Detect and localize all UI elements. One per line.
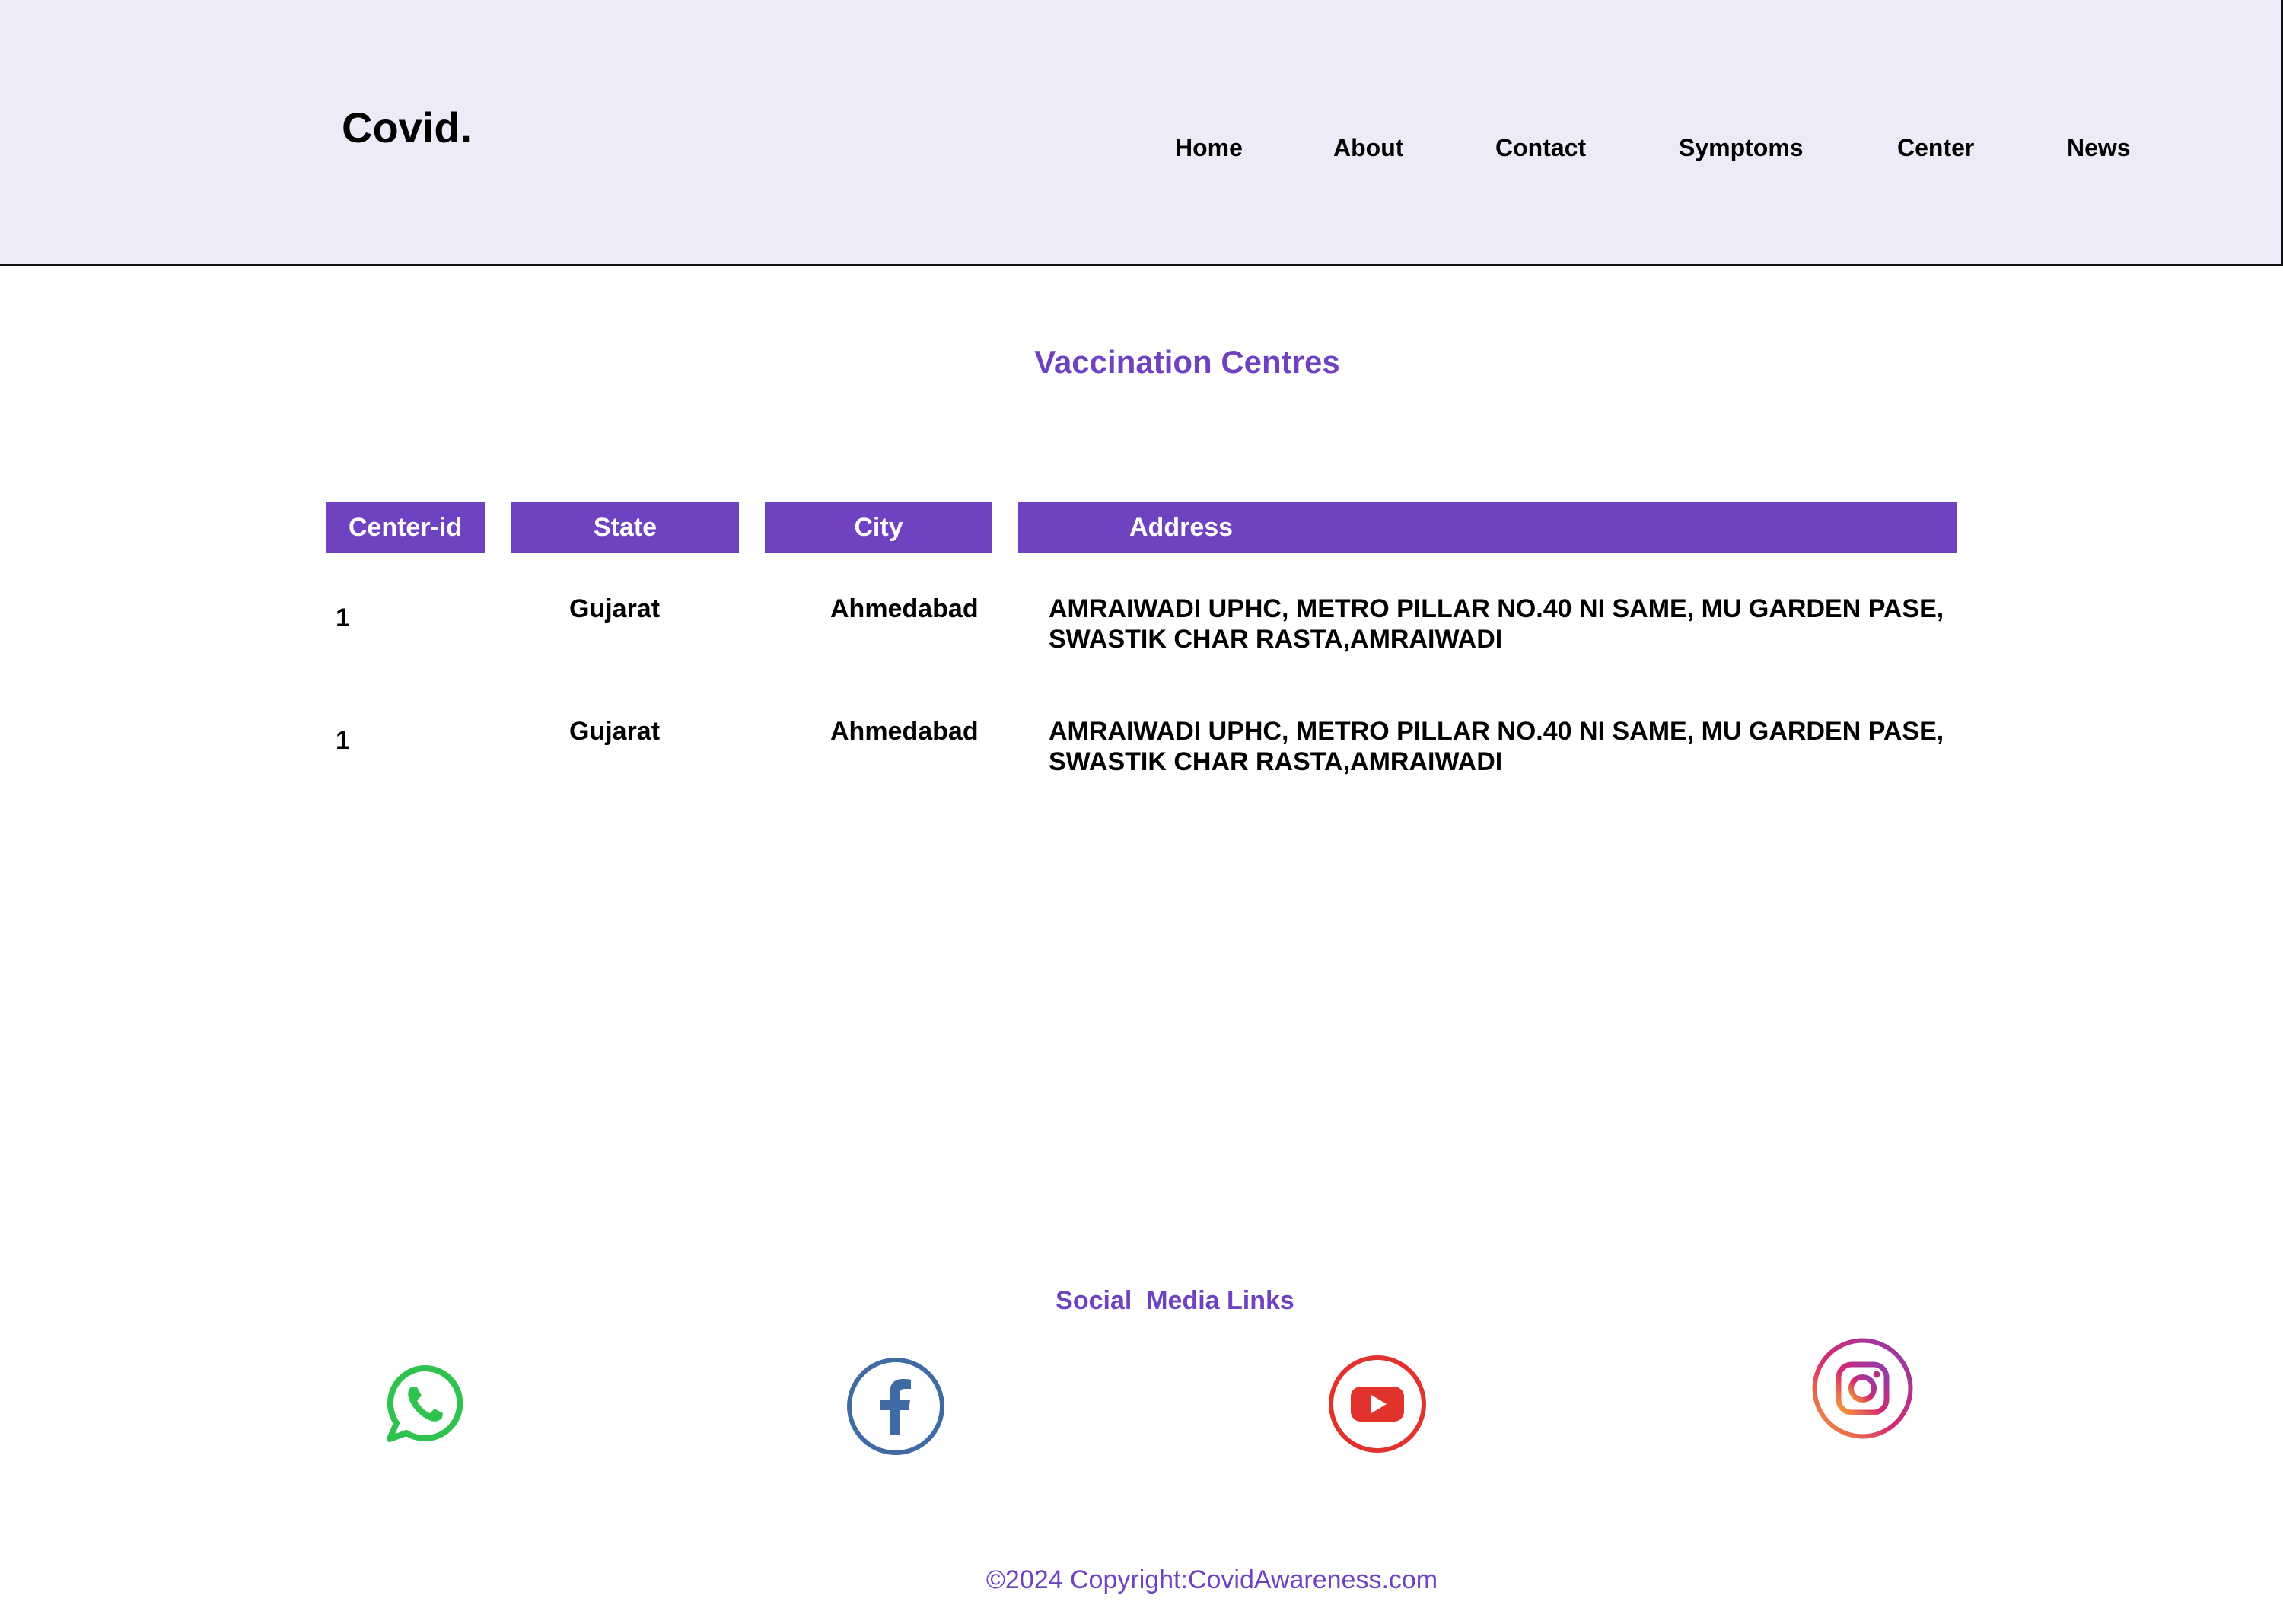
nav-link-symptoms[interactable]: Symptoms <box>1679 135 1804 160</box>
social-links-heading: Social Media Links <box>1056 1286 1294 1315</box>
page-title-text: Vaccination Centres <box>1034 344 1340 380</box>
cell-address: AMRAIWADI UPHC, METRO PILLAR NO.40 NI SA… <box>1049 594 1944 654</box>
nav-link-news[interactable]: News <box>2067 135 2131 160</box>
nav-link-contact[interactable]: Contact <box>1495 135 1586 160</box>
cell-city: Ahmedabad <box>830 717 979 746</box>
main-nav: Home About Contact Symptoms Center News <box>0 135 2281 166</box>
cell-center-id: 1 <box>336 603 350 632</box>
instagram-icon[interactable] <box>1811 1337 1914 1440</box>
table-row: 1 Gujarat Ahmedabad AMRAIWADI UPHC, METR… <box>0 716 2283 792</box>
facebook-icon[interactable] <box>846 1357 945 1456</box>
nav-link-home[interactable]: Home <box>1175 135 1243 160</box>
cell-state: Gujarat <box>569 594 661 623</box>
column-header-address: Address <box>1018 502 1957 553</box>
cell-address: AMRAIWADI UPHC, METRO PILLAR NO.40 NI SA… <box>1049 717 1944 776</box>
youtube-icon[interactable] <box>1328 1355 1427 1454</box>
column-header-state: State <box>511 502 739 553</box>
copyright-text: ©2024 Copyright:CovidAwareness.com <box>985 1565 1438 1594</box>
page-title: Vaccination Centres <box>0 346 2283 378</box>
nav-link-center[interactable]: Center <box>1897 135 1974 160</box>
cell-center-id: 1 <box>336 726 350 755</box>
cell-state: Gujarat <box>569 717 661 746</box>
nav-link-about[interactable]: About <box>1333 135 1403 160</box>
column-header-city: City <box>765 502 992 553</box>
table-row: 1 Gujarat Ahmedabad AMRAIWADI UPHC, METR… <box>0 594 2283 670</box>
cell-city: Ahmedabad <box>830 594 979 623</box>
whatsapp-icon[interactable] <box>383 1362 466 1446</box>
column-header-center-id: Center-id <box>326 502 485 553</box>
site-header: Covid. Home About Contact Symptoms Cente… <box>0 0 2283 266</box>
